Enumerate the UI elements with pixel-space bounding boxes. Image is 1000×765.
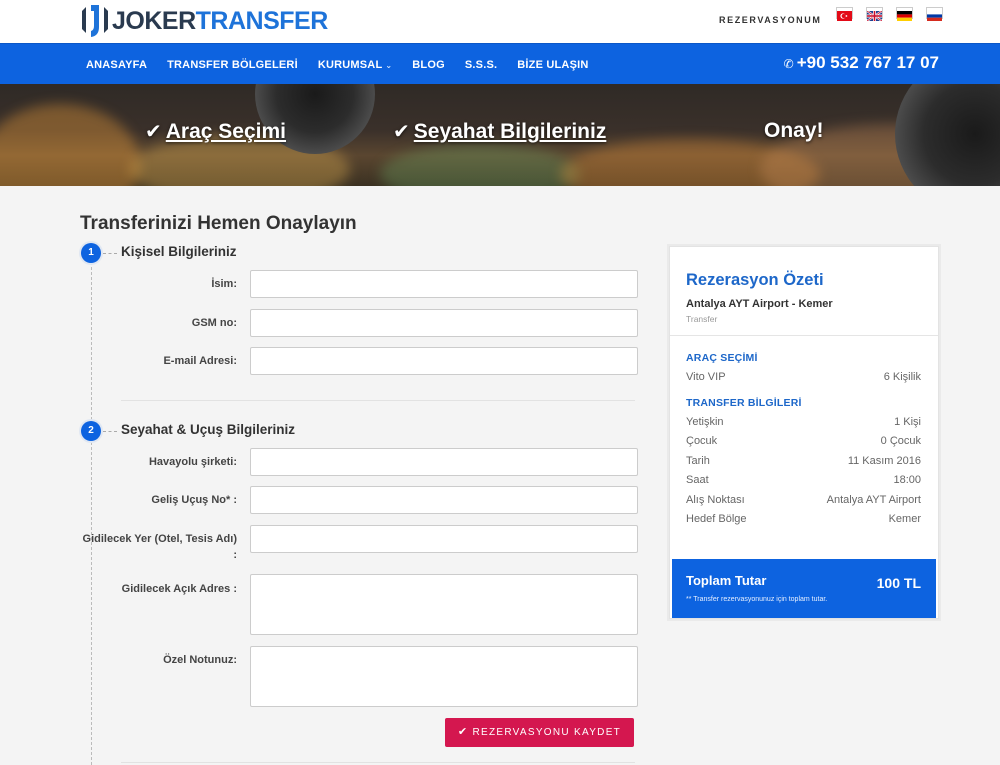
section-title-travel: Seyahat & Uçuş Bilgileriniz: [121, 422, 296, 437]
summary-row: Çocuk 0 Çocuk: [686, 435, 921, 447]
nav-item-blog[interactable]: BLOG: [412, 59, 445, 71]
save-reservation-label: REZERVASYONU KAYDET: [472, 727, 622, 738]
nav-item-transfer-regions[interactable]: TRANSFER BÖLGELERİ: [167, 59, 298, 71]
section-divider: [121, 400, 635, 401]
step-vehicle-selection[interactable]: ✔ Araç Seçimi: [145, 119, 286, 144]
section-connector: [103, 431, 117, 432]
field-label-email: E-mail Adresi:: [163, 355, 237, 367]
chevron-down-icon: ⌄: [385, 60, 393, 70]
my-reservation-link[interactable]: REZERVASYONUM: [719, 15, 821, 25]
summary-row: Hedef Bölge Kemer: [686, 513, 921, 525]
hero-banner: ✔ Araç Seçimi ✔ Seyahat Bilgileriniz Onay!: [0, 84, 1000, 186]
russian-flag-icon[interactable]: [926, 7, 943, 21]
summary-divider: [670, 335, 938, 336]
field-label-airline: Havayolu şirketi:: [148, 456, 237, 468]
step-label: Araç Seçimi: [165, 120, 287, 143]
vehicle-name: Vito VIP: [686, 371, 726, 383]
nav-item-corporate[interactable]: KURUMSAL ⌄: [318, 59, 392, 71]
jet-engine-right-image: [895, 84, 1000, 186]
row-value: Kemer: [888, 513, 921, 525]
field-label-address: Gidilecek Açık Adres :: [121, 583, 237, 595]
row-value: 11 Kasım 2016: [847, 455, 921, 467]
step-confirmation: Onay!: [764, 119, 824, 143]
total-note: ** Transfer rezervasyonunuz için toplam …: [686, 596, 828, 603]
save-reservation-button[interactable]: ✔ REZERVASYONU KAYDET: [445, 718, 634, 747]
phone-number[interactable]: ✆ +90 532 767 17 07: [784, 53, 939, 73]
total-box: Toplam Tutar 100 TL ** Transfer rezervas…: [672, 559, 936, 618]
summary-row: Yetişkin 1 Kişi: [686, 416, 921, 428]
step-label: Onay!: [764, 119, 824, 142]
summary-type: Transfer: [686, 314, 718, 324]
vehicle-capacity: 6 Kişilik: [883, 371, 921, 383]
field-label-flight-no: Geliş Uçuş No* :: [151, 494, 237, 506]
transfer-heading: TRANSFER BİLGİLERİ: [686, 397, 802, 409]
section-connector: [103, 253, 117, 254]
row-label: Yetişkin: [686, 416, 724, 428]
field-label-name: İsim:: [211, 278, 237, 290]
top-header: JOKERTRANSFER REZERVASYONUM: [0, 0, 1000, 43]
field-label-note: Özel Notunuz:: [163, 654, 237, 666]
section-divider: [121, 762, 635, 763]
row-label: Tarih: [686, 455, 710, 467]
nav-item-home[interactable]: ANASAYFA: [86, 59, 147, 71]
row-value: Antalya AYT Airport: [826, 494, 921, 506]
total-value: 100 TL: [876, 575, 921, 591]
nav-item-contact[interactable]: BİZE ULAŞIN: [517, 59, 588, 71]
turkish-flag-icon[interactable]: [836, 7, 853, 21]
summary-title: Rezerasyon Özeti: [686, 271, 824, 289]
phone-number-text: +90 532 767 17 07: [796, 53, 939, 72]
name-input[interactable]: [250, 270, 638, 298]
nav-item-corporate-label: KURUMSAL: [317, 58, 383, 71]
email-input[interactable]: [250, 347, 638, 375]
summary-route: Antalya AYT Airport - Kemer: [686, 298, 833, 310]
row-label: Çocuk: [686, 435, 718, 447]
logo-mark-icon: [80, 3, 110, 39]
summary-row: Tarih 11 Kasım 2016: [686, 455, 921, 467]
checkmark-icon: ✔: [393, 121, 410, 143]
step-label: Seyahat Bilgileriniz: [413, 120, 607, 143]
logo-text-joker: JOKER: [112, 6, 196, 35]
total-label: Toplam Tutar: [686, 573, 767, 588]
section-number-badge: 2: [81, 421, 101, 441]
summary-row: Alış Noktası Antalya AYT Airport: [686, 494, 921, 506]
note-textarea[interactable]: [250, 646, 638, 707]
phone-icon: ✆: [783, 57, 794, 71]
german-flag-icon[interactable]: [896, 7, 913, 21]
vehicle-row: Vito VIP 6 Kişilik: [686, 371, 921, 383]
step-travel-info[interactable]: ✔ Seyahat Bilgileriniz: [393, 119, 606, 144]
address-textarea[interactable]: [250, 574, 638, 635]
destination-input[interactable]: [250, 525, 638, 553]
row-label: Alış Noktası: [686, 494, 745, 506]
row-value: 18:00: [893, 474, 921, 486]
section-number-badge: 1: [81, 243, 101, 263]
language-flags: [836, 7, 943, 22]
page-title: Transferinizi Hemen Onaylayın: [80, 213, 357, 234]
gsm-input[interactable]: [250, 309, 638, 337]
vehicle-heading: ARAÇ SEÇİMİ: [686, 352, 758, 364]
logo-text-transfer: TRANSFER: [195, 6, 329, 35]
nav-item-faq[interactable]: S.S.S.: [465, 59, 497, 71]
section-timeline: [91, 262, 92, 765]
main-nav: ANASAYFA TRANSFER BÖLGELERİ KURUMSAL ⌄ BL…: [0, 43, 1000, 84]
checkmark-icon: ✔: [145, 121, 162, 143]
logo[interactable]: JOKERTRANSFER: [80, 2, 328, 40]
row-label: Saat: [686, 474, 709, 486]
section-title-personal: Kişisel Bilgileriniz: [121, 244, 237, 259]
flight-number-input[interactable]: [250, 486, 638, 514]
row-value: 0 Çocuk: [880, 435, 921, 447]
checkmark-icon: ✔: [457, 726, 469, 738]
uk-flag-icon[interactable]: [866, 7, 883, 22]
row-value: 1 Kişi: [894, 416, 921, 428]
logo-text: JOKERTRANSFER: [112, 6, 329, 35]
row-label: Hedef Bölge: [686, 513, 747, 525]
field-label-gsm: GSM no:: [191, 317, 237, 329]
field-label-destination: Gidilecek Yer (Otel, Tesis Adı) :: [82, 533, 237, 561]
reservation-summary: Rezerasyon Özeti Antalya AYT Airport - K…: [669, 246, 939, 619]
summary-row: Saat 18:00: [686, 474, 921, 486]
airline-input[interactable]: [250, 448, 638, 476]
